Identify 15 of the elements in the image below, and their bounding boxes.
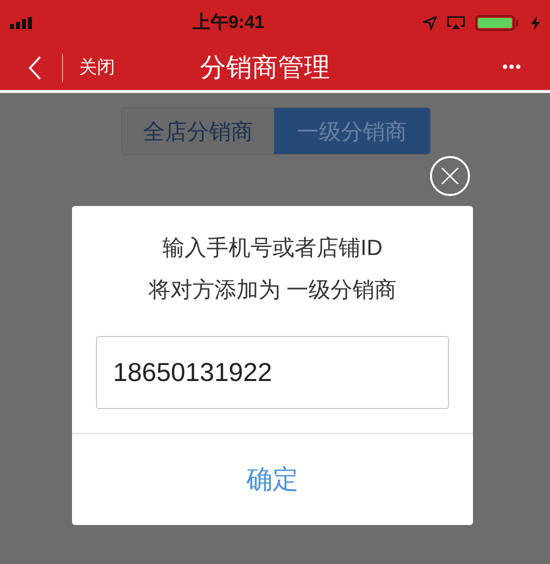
dialog-message: 输入手机号或者店铺ID [162, 234, 382, 262]
close-icon[interactable] [430, 156, 470, 196]
page-title: 分销商管理 [200, 51, 330, 84]
dialog-message: 将对方添加为 一级分销商 [148, 276, 397, 304]
confirm-button[interactable]: 确定 [72, 434, 473, 525]
location-arrow-icon [423, 16, 437, 30]
phone-input-field[interactable]: 18650131922 [96, 336, 449, 409]
signal-icon [10, 16, 34, 28]
back-chevron-icon [28, 54, 42, 80]
battery-icon [475, 14, 521, 30]
charging-bolt-icon [531, 16, 540, 30]
status-time: 上午9:41 [192, 11, 265, 34]
close-button[interactable]: 关闭 [79, 54, 115, 81]
airplay-icon [447, 16, 465, 30]
more-button[interactable]: ••• [502, 56, 522, 80]
